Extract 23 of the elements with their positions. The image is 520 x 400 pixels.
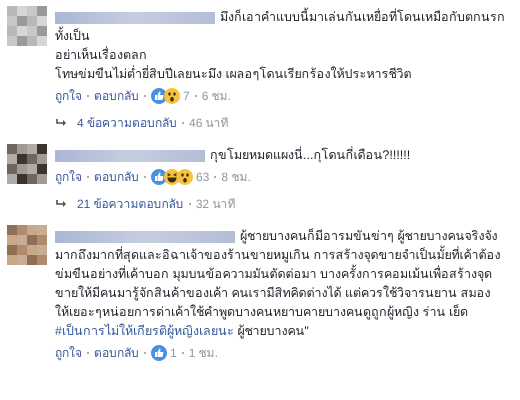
reply-link[interactable]: ตอบกลับ bbox=[94, 168, 139, 186]
view-replies-link[interactable]: 21 ข้อความตอบกลับ bbox=[77, 195, 184, 213]
timestamp: 32 นาที bbox=[196, 196, 236, 213]
reply-link[interactable]: ตอบกลับ bbox=[94, 344, 139, 362]
thumbs-up-icon bbox=[151, 345, 167, 361]
surprised-face-icon bbox=[164, 88, 180, 104]
comment-text: ผู้ชายบางคนก็มีอารมขันข่าๆ ผู้ชายบางคนจริงจังมากถึงมากที่สุดและอิฉาเจ้าของร้านขายหมูเกิน การสร้างจุดขายจำเป็นมั้ยที่เค้าต้องข่มขืนอย่างที่เค้าบอก มุมบนข้อความมันตัดต่อมา บางครั้งการคอมเม้นเพื่อสร้างจุดขายให้มีคนมารู้จักสินค้าของเค้า คนเรามีสิทคิดต่างได้ แต่ควรใช้วิจารนยาน สมอง ให้เยอะๆหน่อยการด่าเค้าใช้คำพูดบางคนหยาบคายบางคนดูถูกผู้หญิง ร่าน เย็ด #เป็นการไม่ให้เกียรติผู้หญิงเลยนะ ผู้ชายบางคน" bbox=[55, 227, 502, 340]
like-link[interactable]: ถูกใจ bbox=[55, 344, 82, 362]
reply-link[interactable]: ตอบกลับ bbox=[94, 87, 139, 105]
timestamp: 46 นาที bbox=[189, 115, 229, 132]
like-link[interactable]: ถูกใจ bbox=[55, 168, 82, 186]
like-link[interactable]: ถูกใจ bbox=[55, 87, 82, 105]
reply-arrow-icon bbox=[55, 199, 67, 209]
comment-text: มึงก็เอาคำแบบนี้มาเล่นกันเหยื่อที่โดนเหมือกับตกนรกทั้งเป็น อย่าเห็นเรื่องตลก โทษข่มขืนไม่ต่ำยี่สิบปีเลยนะมึง เผลอๆโดนเรียกร้องให้ประหารชีวิต bbox=[55, 8, 505, 84]
hashtag-link[interactable]: #เป็นการไม่ให้เกียรติผู้หญิงเลยนะ bbox=[55, 324, 234, 338]
timestamp: 1 ชม. bbox=[188, 345, 218, 362]
avatar[interactable] bbox=[7, 144, 47, 184]
comment-text: กุขโมยหมดแผงนี่...กุโดนกี่เดือน?!!!!!! bbox=[55, 146, 505, 165]
view-replies-link[interactable]: 4 ข้อความตอบกลับ bbox=[77, 114, 178, 132]
timestamp: 8 ชม. bbox=[221, 169, 251, 186]
surprised-face-icon bbox=[177, 169, 193, 185]
reply-arrow-icon bbox=[55, 118, 67, 128]
timestamp: 6 ชม. bbox=[202, 88, 232, 105]
